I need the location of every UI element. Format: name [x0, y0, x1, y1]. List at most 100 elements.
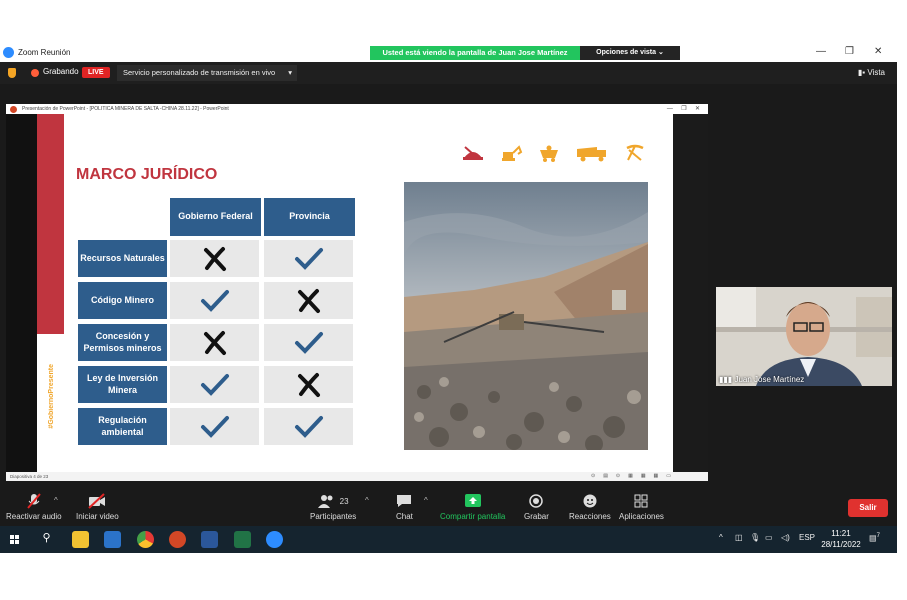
table-cell-cross	[264, 366, 353, 403]
table-cell-check	[264, 324, 353, 361]
tray-expand-icon[interactable]: ^	[719, 533, 723, 542]
ppt-title-bar: Presentación de PowerPoint - [POLITICA M…	[6, 104, 708, 114]
row-header: Ley de Inversión Minera	[78, 366, 167, 403]
red-accent-bar	[37, 114, 64, 334]
table-cell-cross	[170, 240, 259, 277]
participant-video[interactable]: ▮▮▮ Juan Jose Martínez	[716, 287, 892, 386]
participant-name: ▮▮▮ Juan Jose Martínez	[719, 375, 805, 384]
window-title: Zoom Reunión	[18, 48, 71, 57]
powerpoint-window: Presentación de PowerPoint - [POLITICA M…	[6, 104, 708, 481]
clock[interactable]: 11:21 28/11/2022	[815, 528, 867, 550]
check-icon	[294, 415, 323, 438]
ppt-window-controls[interactable]: — ❐ ✕	[667, 104, 700, 114]
table-cell-check	[170, 366, 259, 403]
table-cell-check	[264, 240, 353, 277]
slide-left-margin	[6, 114, 37, 472]
mining-icons-row	[461, 144, 647, 162]
excel-icon[interactable]	[234, 531, 251, 548]
search-icon[interactable]: ⚲	[38, 531, 55, 548]
stream-service-menu[interactable]: Servicio personalizado de transmisión en…	[117, 65, 297, 81]
language-indicator[interactable]: ESP	[799, 533, 815, 542]
mine-landscape-image	[404, 182, 648, 450]
reactions-button[interactable]: Reacciones	[569, 492, 611, 521]
windows-start-icon[interactable]	[6, 531, 23, 548]
meeting-bottom-toolbar: Reactivar audio ^ Iniciar video 23 Parti…	[0, 490, 897, 526]
ppt-window-title: Presentación de PowerPoint - [POLITICA M…	[22, 106, 229, 112]
audio-options-icon[interactable]: ^	[54, 496, 58, 505]
apps-icon	[634, 492, 648, 510]
check-icon	[294, 247, 323, 270]
cross-icon	[203, 246, 226, 271]
slide: #GobiernoPresente MARCO JURÍDICO Gobiern…	[6, 114, 673, 472]
close-icon[interactable]: ✕	[874, 46, 882, 57]
leave-button[interactable]: Salir	[848, 499, 888, 517]
powerpoint-icon	[10, 106, 17, 113]
minimize-icon[interactable]: —	[816, 46, 826, 57]
volume-icon[interactable]: ◁)	[781, 533, 790, 542]
restore-icon[interactable]: ❐	[845, 46, 854, 57]
chat-options-icon[interactable]: ^	[424, 496, 428, 505]
muted-mic-icon	[25, 492, 43, 510]
zoom-window: Zoom Reunión Usted está viendo la pantal…	[0, 43, 897, 553]
smiley-icon	[582, 492, 598, 510]
table-cell-cross	[170, 324, 259, 361]
powerpoint-taskbar-icon[interactable]	[169, 531, 186, 548]
live-badge: LIVE	[82, 67, 110, 78]
participants-options-icon[interactable]: ^	[365, 496, 369, 505]
zoom-taskbar-icon[interactable]	[266, 531, 283, 548]
view-button[interactable]: ▮▪ Vista	[858, 68, 885, 77]
cross-icon	[297, 288, 320, 313]
column-header-provincia: Provincia	[264, 198, 355, 236]
view-grid-icon: ▮▪	[857, 68, 866, 77]
share-screen-button[interactable]: Compartir pantalla	[440, 492, 505, 521]
security-shield-icon[interactable]	[8, 68, 16, 78]
mining-photo	[404, 182, 648, 450]
check-icon	[200, 289, 229, 312]
record-icon	[529, 492, 544, 510]
start-video-button[interactable]: Iniciar video	[76, 492, 119, 521]
row-header: Código Minero	[78, 282, 167, 319]
network-icon[interactable]: ▭	[765, 533, 773, 542]
tray-app-icon[interactable]: ◫	[735, 533, 743, 542]
slide-counter: Diapositiva 4 de 23	[10, 474, 49, 479]
cross-icon	[297, 372, 320, 397]
table-cell-check	[170, 282, 259, 319]
record-button[interactable]: Grabar	[524, 492, 549, 521]
participant-video-frame	[716, 287, 892, 386]
chevron-down-icon: ⌄	[658, 49, 664, 56]
hashtag-text: #GobiernoPresente	[48, 364, 55, 429]
recording-label: Grabando	[43, 67, 79, 76]
slide-heading: MARCO JURÍDICO	[76, 166, 218, 183]
windows-taskbar: ⚲ ^ ◫ 🎙 ▭ ◁) ESP 11:21 28/11/2022 ▤7	[0, 526, 897, 553]
row-header: Regulación ambiental	[78, 408, 167, 445]
participants-button[interactable]: 23 Participantes	[310, 492, 356, 521]
view-options-button[interactable]: Opciones de vista ⌄	[580, 46, 680, 60]
microphone-icon[interactable]: 🎙	[750, 533, 760, 542]
slide-right-margin	[673, 114, 708, 472]
chat-button[interactable]: Chat	[396, 492, 413, 521]
mine-cart-icon	[540, 145, 558, 162]
apps-button[interactable]: Aplicaciones	[619, 492, 664, 521]
signal-bars-icon: ▮▮▮	[719, 375, 733, 384]
chat-icon	[396, 492, 412, 510]
table-cell-cross	[264, 282, 353, 319]
share-screen-icon	[464, 492, 481, 510]
excavator-icon	[502, 145, 523, 161]
column-header-federal: Gobierno Federal	[170, 198, 261, 236]
recording-icon	[31, 69, 39, 77]
chrome-icon[interactable]	[137, 531, 154, 548]
title-bar: Zoom Reunión Usted está viendo la pantal…	[0, 43, 897, 62]
truck-icon	[577, 147, 606, 162]
word-icon[interactable]	[201, 531, 218, 548]
file-explorer-icon[interactable]	[72, 531, 89, 548]
dropdown-arrow-icon: ▾	[288, 68, 292, 77]
notifications-icon[interactable]: ▤7	[869, 533, 880, 543]
view-controls[interactable]: ⊙▤⊙▦▦▦▭	[591, 472, 679, 481]
row-header: Recursos Naturales	[78, 240, 167, 277]
check-icon	[200, 373, 229, 396]
cross-icon	[203, 330, 226, 355]
mail-icon[interactable]	[104, 531, 121, 548]
clock-date: 28/11/2022	[821, 540, 861, 549]
meeting-top-toolbar: Grabando LIVE Servicio personalizado de …	[0, 62, 897, 84]
participants-icon: 23	[317, 492, 349, 510]
